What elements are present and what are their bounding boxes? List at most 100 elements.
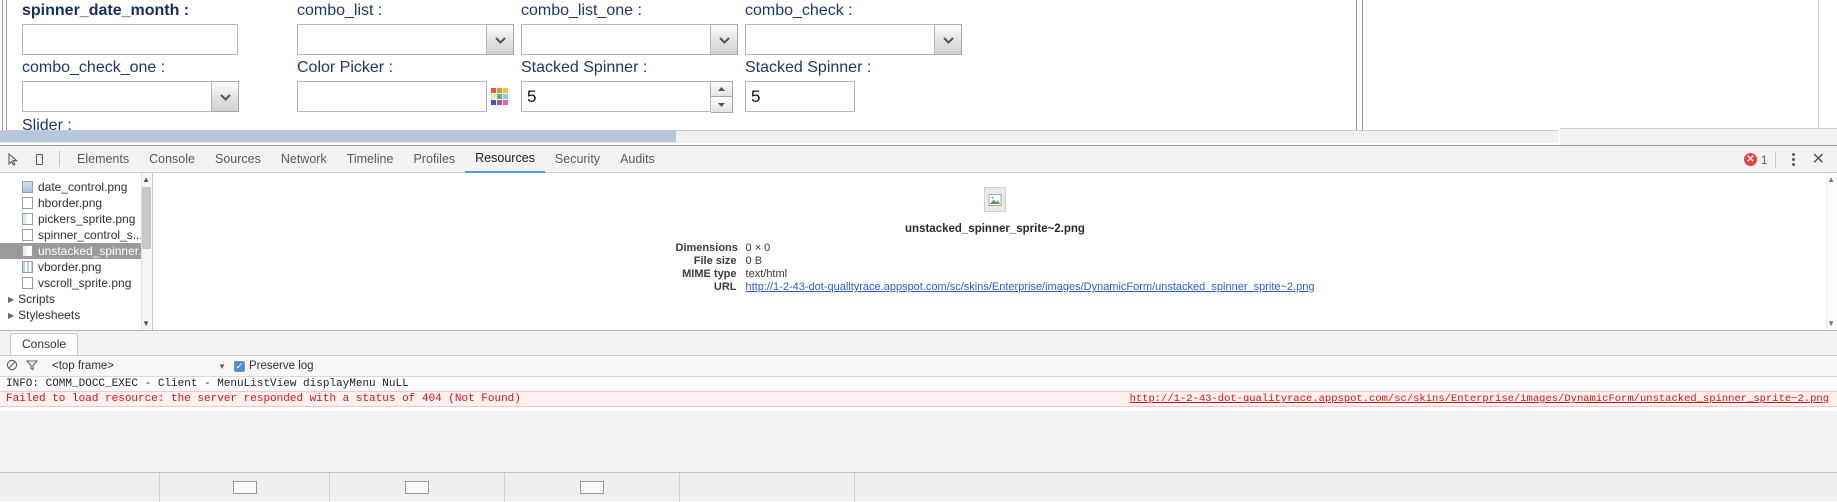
chevron-down-icon[interactable] bbox=[711, 24, 738, 55]
window-icon bbox=[580, 480, 604, 494]
device-toolbar-icon[interactable] bbox=[26, 146, 52, 172]
tree-item-label: spinner_control_s... bbox=[38, 228, 143, 242]
combo-check-one-wrap[interactable] bbox=[22, 81, 239, 112]
metadata-row: MIME type text/html bbox=[676, 268, 1315, 281]
page-left-border bbox=[0, 0, 3, 130]
stacked-spinner-2-input[interactable] bbox=[745, 81, 855, 112]
filter-icon[interactable] bbox=[25, 359, 39, 374]
field-stacked-spinner-1: Stacked Spinner : bbox=[521, 59, 733, 113]
content-scrollbar[interactable]: ▲ ▼ bbox=[1826, 173, 1837, 330]
tree-item-file[interactable]: date_control.png bbox=[0, 179, 152, 195]
combo-check-one-input[interactable] bbox=[22, 81, 212, 112]
broken-image-icon bbox=[984, 187, 1006, 212]
chevron-right-icon[interactable]: ▶ bbox=[8, 311, 14, 320]
chevron-down-icon[interactable] bbox=[935, 24, 962, 55]
resources-sidebar: date_control.png hborder.png pickers_spr… bbox=[0, 173, 153, 330]
error-count-badge[interactable]: ✕ 1 bbox=[1743, 153, 1768, 167]
combo-check-wrap[interactable] bbox=[745, 24, 962, 55]
tab-elements[interactable]: Elements bbox=[67, 146, 139, 173]
chevron-right-icon[interactable]: ▶ bbox=[8, 295, 14, 304]
scroll-down-arrow-icon[interactable]: ▼ bbox=[142, 319, 150, 328]
combo-list-one-input[interactable] bbox=[521, 24, 711, 55]
image-file-icon bbox=[22, 197, 33, 209]
sidebar-scrollbar[interactable]: ▲ ▼ bbox=[141, 173, 152, 330]
field-label: combo_check_one : bbox=[22, 59, 166, 76]
field-label: Stacked Spinner : bbox=[745, 59, 872, 76]
resource-detail-pane: unstacked_spinner_sprite~2.png Dimension… bbox=[153, 173, 1837, 330]
image-file-icon bbox=[22, 277, 33, 289]
color-picker-input[interactable] bbox=[297, 81, 487, 112]
taskbar-cell[interactable] bbox=[330, 472, 505, 502]
scroll-down-arrow-icon[interactable]: ▼ bbox=[1827, 319, 1835, 328]
page-hscrollbar-right-region[interactable]: ▶ bbox=[1560, 128, 1837, 145]
console-message-info[interactable]: INFO: COMM_DOCC_EXEC - Client - MenuList… bbox=[0, 377, 1837, 391]
tab-resources[interactable]: Resources bbox=[465, 146, 545, 173]
inspect-element-icon[interactable] bbox=[0, 146, 26, 172]
tree-group-label: Scripts bbox=[18, 292, 55, 306]
page-hscrollbar-thumb[interactable] bbox=[0, 131, 676, 142]
preserve-log-toggle[interactable]: ✓ Preserve log bbox=[234, 360, 314, 372]
spinner-date-month-input[interactable] bbox=[22, 24, 238, 55]
tab-console[interactable]: Console bbox=[139, 146, 205, 173]
tree-item-file[interactable]: pickers_sprite.png bbox=[0, 211, 152, 227]
tab-network[interactable]: Network bbox=[271, 146, 337, 173]
scroll-up-arrow-icon[interactable]: ▲ bbox=[1827, 175, 1835, 184]
devtools-tab-list: Elements Console Sources Network Timelin… bbox=[67, 146, 665, 173]
tab-timeline[interactable]: Timeline bbox=[337, 146, 404, 173]
clear-console-icon[interactable] bbox=[6, 359, 18, 374]
metadata-value: 0 B bbox=[745, 255, 763, 267]
field-color-picker: Color Picker : bbox=[297, 59, 509, 112]
tab-audits[interactable]: Audits bbox=[610, 146, 665, 173]
stacked-spinner-1-wrap[interactable] bbox=[521, 81, 733, 113]
taskbar-cell[interactable] bbox=[505, 472, 680, 502]
console-message-error[interactable]: Failed to load resource: the server resp… bbox=[0, 391, 1837, 407]
toolbar-divider-2 bbox=[1774, 151, 1776, 168]
color-picker-wrap[interactable] bbox=[297, 81, 509, 112]
close-icon[interactable]: ✕ bbox=[1804, 151, 1833, 168]
tab-profiles[interactable]: Profiles bbox=[403, 146, 465, 173]
color-swatch-grid-icon[interactable] bbox=[491, 87, 509, 106]
tree-group-stylesheets[interactable]: ▶ Stylesheets bbox=[0, 307, 152, 323]
tree-item-file[interactable]: hborder.png bbox=[0, 195, 152, 211]
spinner-up-icon[interactable] bbox=[711, 81, 733, 97]
drawer-tab-console[interactable]: Console bbox=[10, 333, 79, 355]
checkbox-checked-icon[interactable]: ✓ bbox=[234, 360, 245, 372]
spinner-buttons[interactable] bbox=[711, 81, 733, 113]
taskbar-cell[interactable] bbox=[0, 472, 160, 502]
error-icon: ✕ bbox=[1743, 153, 1757, 166]
more-options-icon[interactable] bbox=[1783, 153, 1804, 166]
frame-selector[interactable]: <top frame> ▼ bbox=[46, 360, 226, 372]
chevron-down-icon[interactable]: ▼ bbox=[218, 362, 226, 371]
spinner-down-icon[interactable] bbox=[711, 97, 733, 113]
tree-item-file[interactable]: spinner_control_s... bbox=[0, 227, 152, 243]
scroll-up-arrow-icon[interactable]: ▲ bbox=[142, 175, 150, 184]
taskbar-cell[interactable] bbox=[680, 472, 855, 502]
combo-list-one-wrap[interactable] bbox=[521, 24, 738, 55]
chevron-down-icon[interactable] bbox=[487, 24, 514, 55]
combo-list-wrap[interactable] bbox=[297, 24, 514, 55]
resource-url-link[interactable]: http://1-2-43-dot-qualityrace.appspot.co… bbox=[746, 281, 1315, 293]
metadata-row: File size 0 B bbox=[676, 255, 1315, 268]
console-message-text: Failed to load resource: the server resp… bbox=[6, 393, 521, 405]
field-label: combo_check : bbox=[745, 2, 853, 19]
chevron-down-icon[interactable] bbox=[212, 81, 239, 112]
combo-list-input[interactable] bbox=[297, 24, 487, 55]
field-stacked-spinner-2: Stacked Spinner : bbox=[745, 59, 871, 112]
preserve-log-label: Preserve log bbox=[249, 360, 314, 372]
metadata-value: 0 × 0 bbox=[745, 242, 771, 254]
tree-item-file-selected[interactable]: unstacked_spinner... bbox=[0, 243, 152, 259]
stacked-spinner-1-input[interactable] bbox=[521, 81, 711, 112]
taskbar-cell[interactable] bbox=[160, 472, 330, 502]
combo-check-input[interactable] bbox=[745, 24, 935, 55]
tree-item-file[interactable]: vscroll_sprite.png bbox=[0, 275, 152, 291]
tree-group-label: Stylesheets bbox=[18, 308, 81, 322]
tree-item-file[interactable]: vborder.png bbox=[0, 259, 152, 275]
resource-metadata-table: Dimensions 0 × 0 File size 0 B MIME type… bbox=[676, 242, 1315, 294]
sidebar-scrollbar-thumb[interactable] bbox=[142, 187, 151, 249]
page-right-border-2 bbox=[1362, 0, 1363, 130]
tab-sources[interactable]: Sources bbox=[205, 146, 271, 173]
bottom-taskbar bbox=[0, 472, 1837, 502]
console-message-source-link[interactable]: http://1-2-43-dot-qualityrace.appspot.co… bbox=[1130, 393, 1829, 405]
tab-security[interactable]: Security bbox=[545, 146, 610, 173]
tree-group-scripts[interactable]: ▶ Scripts bbox=[0, 291, 152, 307]
